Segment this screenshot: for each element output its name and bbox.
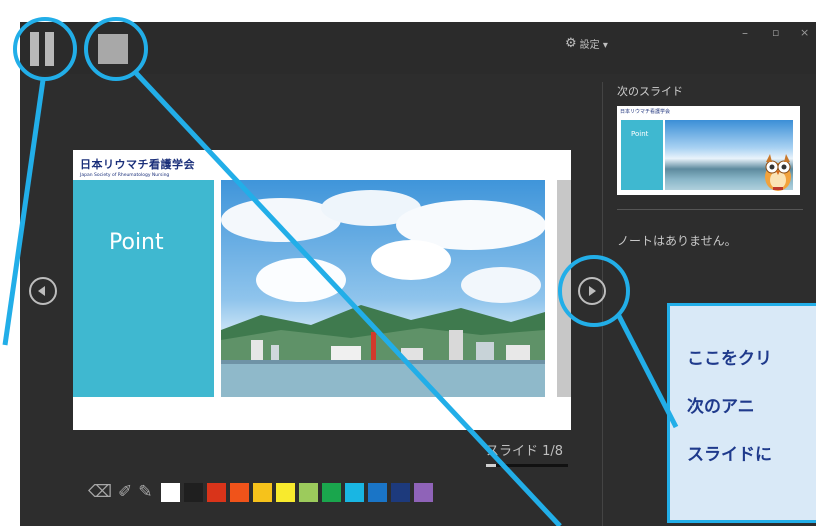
pen-icon[interactable]: ✎	[138, 482, 152, 502]
end-show-button[interactable]	[98, 34, 128, 64]
color-swatch[interactable]	[160, 482, 180, 502]
slide-progress-fill	[486, 464, 497, 467]
slide-title-panel: Point	[73, 180, 214, 397]
pane-divider[interactable]	[602, 82, 603, 526]
top-toolbar: ⚙ 設定 ▾ – ▫ ×	[20, 22, 816, 74]
current-slide[interactable]: 日本リウマチ看護学会 Japan Society of Rheumatology…	[73, 150, 571, 430]
notes-divider	[617, 209, 803, 210]
color-swatch[interactable]	[252, 482, 272, 502]
slide-title: Point	[109, 230, 164, 255]
owl-mascot-icon	[765, 154, 791, 191]
annotation-toolbar: ⌫ ✐ ✎	[88, 479, 433, 505]
color-swatch[interactable]	[321, 482, 341, 502]
settings-label: 設定 ▾	[579, 40, 608, 51]
previous-slide-button[interactable]	[29, 277, 57, 305]
maximize-button[interactable]: ▫	[772, 26, 779, 39]
next-slide-thumbnail[interactable]: 日本リウマチ看護学会 Point	[617, 106, 800, 195]
slide-progress-bar	[486, 464, 568, 467]
color-swatch[interactable]	[344, 482, 364, 502]
settings-menu[interactable]: ⚙ 設定 ▾	[565, 36, 608, 51]
color-swatch[interactable]	[183, 482, 203, 502]
logo-english: Japan Society of Rheumatology Nursing	[80, 173, 170, 178]
thumb-title: Point	[631, 130, 649, 138]
slide-logo: 日本リウマチ看護学会 Japan Society of Rheumatology…	[80, 156, 195, 178]
pause-icon	[30, 32, 39, 66]
color-swatch[interactable]	[298, 482, 318, 502]
callout-line: スライドに	[687, 445, 772, 465]
gear-icon: ⚙	[565, 36, 577, 51]
eraser-icon[interactable]: ⌫	[88, 482, 112, 502]
kobe-harbor-photo	[221, 180, 545, 397]
callout-line: 次のアニ	[687, 397, 755, 417]
next-slide-button[interactable]	[578, 277, 606, 305]
next-slide-edge	[557, 180, 571, 397]
close-button[interactable]: ×	[800, 26, 809, 39]
minimize-button[interactable]: –	[742, 26, 748, 40]
color-swatch[interactable]	[229, 482, 249, 502]
notes-text[interactable]: ノートはありません。	[617, 232, 737, 249]
slide-counter[interactable]: スライド 1/8	[486, 440, 563, 459]
instruction-callout: ここをクリ次のアニスライドに	[667, 303, 816, 523]
color-swatch[interactable]	[413, 482, 433, 502]
laser-pointer-icon[interactable]: ✐	[118, 482, 132, 502]
color-swatch[interactable]	[275, 482, 295, 502]
color-swatch[interactable]	[367, 482, 387, 502]
color-swatch[interactable]	[206, 482, 226, 502]
thumb-logo: 日本リウマチ看護学会	[620, 109, 671, 115]
pause-icon-bar	[45, 32, 54, 66]
pause-button[interactable]	[28, 32, 58, 66]
next-slide-heading: 次のスライド	[617, 85, 683, 98]
color-swatch[interactable]	[390, 482, 410, 502]
callout-line: ここをクリ	[687, 349, 772, 369]
logo-japanese: 日本リウマチ看護学会	[80, 158, 195, 171]
